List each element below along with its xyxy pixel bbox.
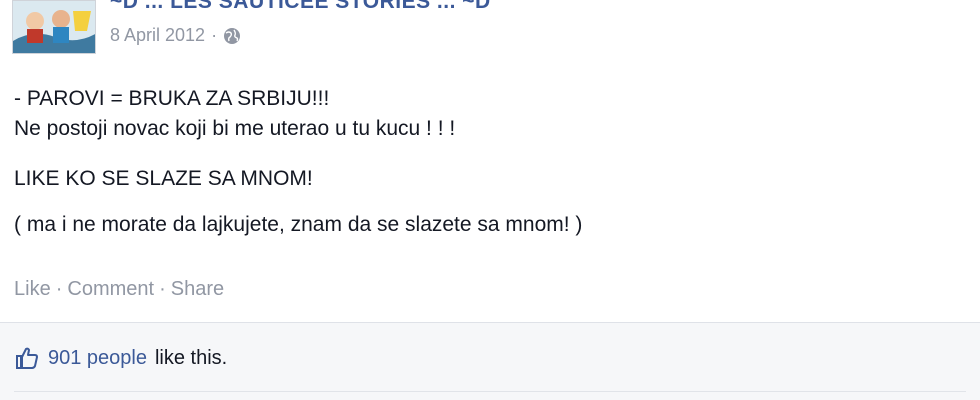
globe-icon[interactable]: [223, 27, 241, 45]
author-name[interactable]: ~D ... LES SAUTICEE STORIES ... ~D: [110, 0, 491, 14]
likes-panel: 901 people like this.: [0, 323, 980, 400]
meta-separator: ·: [211, 25, 218, 45]
like-link[interactable]: Like: [14, 278, 51, 301]
post-date[interactable]: 8 April 2012: [110, 25, 205, 46]
post-line-4: ( ma i ne morate da lajkujete, znam da s…: [14, 213, 583, 236]
post-line-3: LIKE KO SE SLAZE SA MNOM!: [14, 167, 313, 190]
post-line-2: Ne postoji novac koji bi me uterao u tu …: [14, 117, 456, 140]
post-card: ~D ... LES SAUTICEE STORIES ... ~D 8 Apr…: [0, 0, 980, 322]
post-text: - PAROVI = BRUKA ZA SRBIJU!!! Ne postoji…: [14, 84, 964, 240]
post-actions: Like · Comment · Share: [14, 278, 224, 301]
page-avatar[interactable]: [12, 0, 96, 54]
thumbs-up-icon: [16, 347, 38, 369]
post-meta: 8 April 2012 ·: [110, 25, 241, 46]
share-link[interactable]: Share: [171, 278, 224, 301]
bottom-divider: [14, 391, 966, 392]
likes-count-link[interactable]: 901 people: [48, 347, 147, 370]
likes-summary: 901 people like this.: [14, 345, 227, 371]
comment-link[interactable]: Comment: [67, 278, 154, 301]
likes-suffix: like this.: [154, 346, 228, 369]
post-line-1: - PAROVI = BRUKA ZA SRBIJU!!!: [14, 87, 330, 110]
action-separator: ·: [55, 278, 63, 300]
action-separator: ·: [159, 278, 166, 300]
